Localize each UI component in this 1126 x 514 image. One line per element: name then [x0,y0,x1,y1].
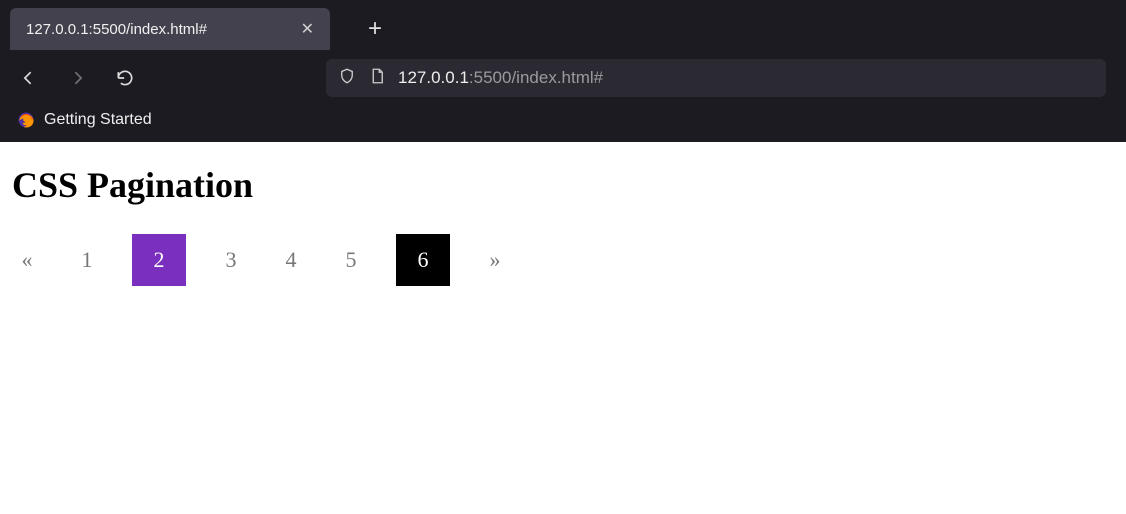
back-button[interactable] [14,63,44,93]
pagination: « 1 2 3 4 5 6 » [12,234,1114,286]
url-bar[interactable]: 127.0.0.1:5500/index.html# [326,59,1106,97]
pagination-item-3[interactable]: 3 [216,234,246,286]
pagination-item-1[interactable]: 1 [72,234,102,286]
tab-title: 127.0.0.1:5500/index.html# [26,21,207,38]
reload-button[interactable] [110,63,140,93]
page-icon [368,67,386,90]
url-text: 127.0.0.1:5500/index.html# [398,68,603,88]
bookmarks-bar: Getting Started [0,104,1126,142]
new-tab-button[interactable]: + [360,13,390,45]
browser-tab[interactable]: 127.0.0.1:5500/index.html# ✕ [10,8,330,50]
firefox-icon [16,110,36,130]
tab-bar: 127.0.0.1:5500/index.html# ✕ + [0,0,1126,52]
pagination-item-5[interactable]: 5 [336,234,366,286]
toolbar: 127.0.0.1:5500/index.html# [0,52,1126,104]
forward-button[interactable] [62,63,92,93]
pagination-item-6[interactable]: 6 [396,234,450,286]
pagination-next[interactable]: » [480,234,510,286]
shield-icon [338,67,356,90]
browser-chrome: 127.0.0.1:5500/index.html# ✕ + 127.0.0.1… [0,0,1126,142]
pagination-item-4[interactable]: 4 [276,234,306,286]
pagination-item-2[interactable]: 2 [132,234,186,286]
page-title: CSS Pagination [12,164,1114,206]
bookmark-getting-started[interactable]: Getting Started [44,111,152,129]
close-icon[interactable]: ✕ [297,15,318,43]
pagination-prev[interactable]: « [12,234,42,286]
page-content: CSS Pagination « 1 2 3 4 5 6 » [0,142,1126,308]
